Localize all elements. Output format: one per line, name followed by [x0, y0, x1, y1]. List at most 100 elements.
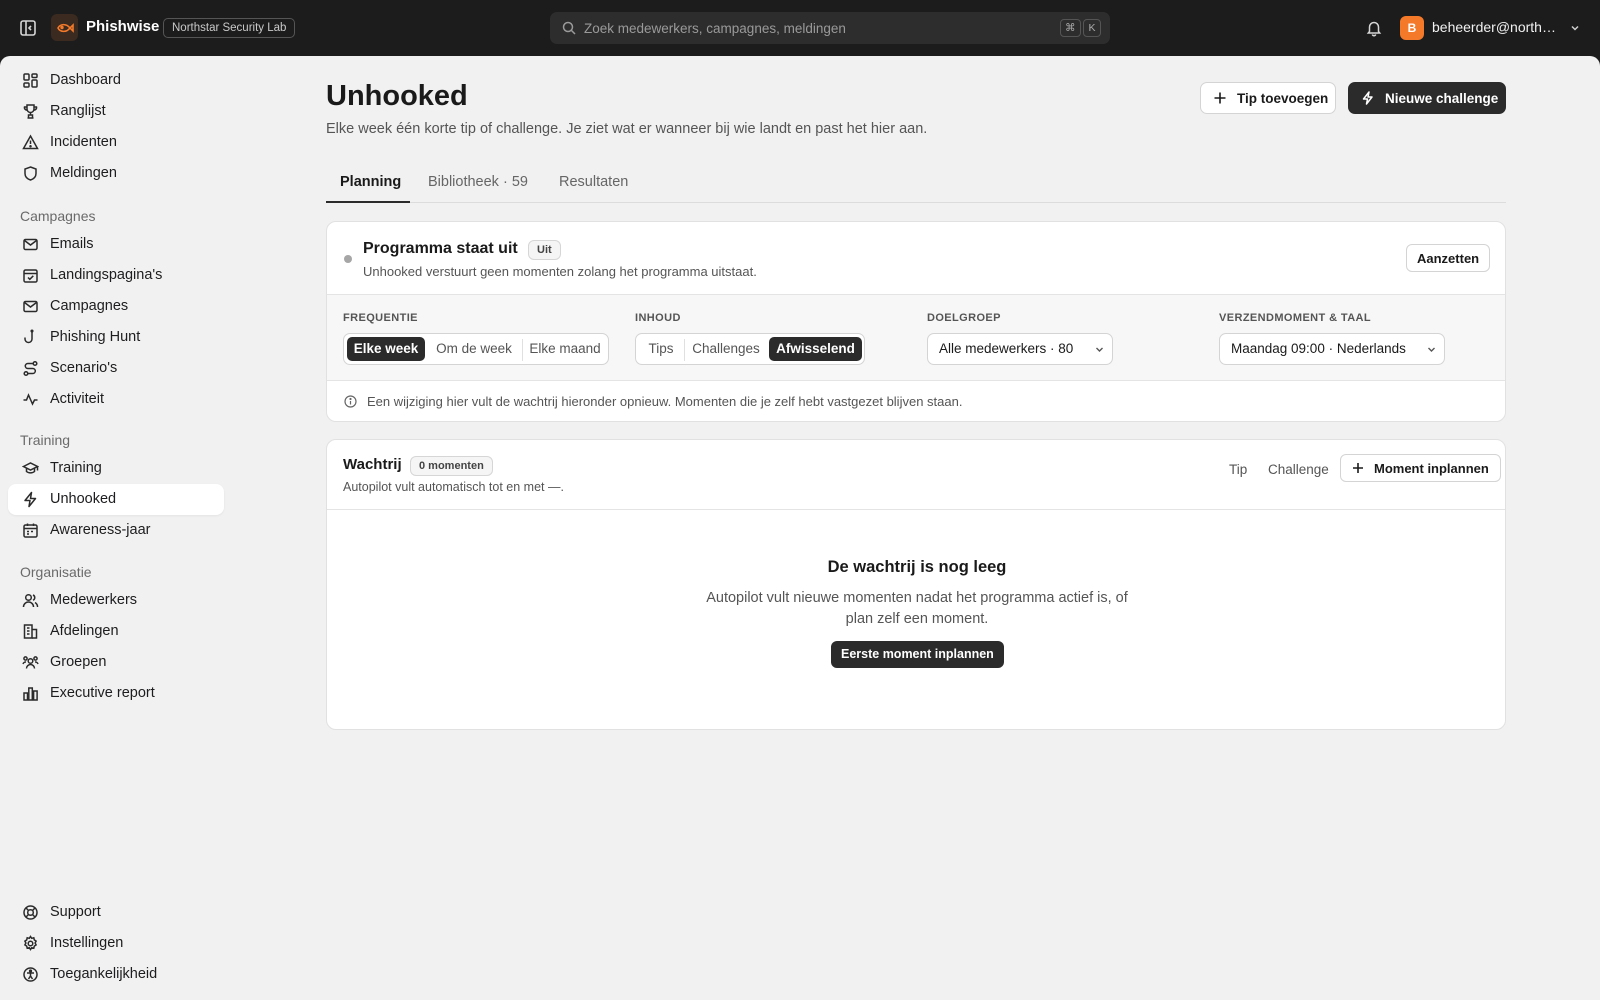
- program-card: Programma staat uit Uit Unhooked verstuu…: [326, 221, 1506, 422]
- sidebar-item-label: Landingspagina's: [50, 267, 163, 283]
- mail-icon: [22, 236, 39, 253]
- sidebar-item-activiteit[interactable]: Activiteit: [8, 384, 224, 415]
- new-challenge-button[interactable]: Nieuwe challenge: [1348, 82, 1506, 114]
- global-search[interactable]: ⌘ K: [550, 12, 1110, 44]
- sidebar-item-label: Scenario's: [50, 360, 118, 376]
- sidebar-item-label: Emails: [50, 236, 94, 252]
- sidebar-item-unhooked[interactable]: Unhooked: [8, 484, 224, 515]
- sidebar-item-incidenten[interactable]: Incidenten: [8, 127, 224, 158]
- sidebar-item-phishing-hunt[interactable]: Phishing Hunt: [8, 322, 224, 353]
- tab-resultaten[interactable]: Resultaten: [559, 174, 628, 190]
- sidebar-item-label: Executive report: [50, 685, 155, 701]
- frequency-option-biweekly[interactable]: Om de week: [427, 337, 521, 361]
- frequency-option-monthly[interactable]: Elke maand: [524, 337, 606, 361]
- sidebar-item-dashboard[interactable]: Dashboard: [8, 65, 224, 96]
- org-chip[interactable]: Northstar Security Lab: [163, 18, 296, 38]
- frequency-label: FREQUENTIE: [343, 312, 418, 324]
- avatar[interactable]: B: [1400, 16, 1424, 40]
- filter-tip-button[interactable]: Tip: [1229, 462, 1247, 477]
- user-group-icon: [22, 654, 39, 671]
- lifebuoy-icon: [22, 904, 39, 921]
- route-icon: [22, 360, 39, 377]
- first-moment-button[interactable]: Eerste moment inplannen: [831, 641, 1004, 668]
- info-icon: [344, 395, 357, 408]
- plus-icon: [1213, 91, 1227, 105]
- sidebar-item-emails[interactable]: Emails: [8, 229, 224, 260]
- segment-divider: [684, 339, 685, 361]
- frequency-segmented: Elke week Om de week Elke maand: [343, 333, 609, 365]
- sidebar-item-label: Support: [50, 904, 101, 920]
- fish-hook-icon: [22, 329, 39, 346]
- queue-title: Wachtrij: [343, 456, 402, 473]
- sidebar-item-label: Unhooked: [50, 491, 117, 507]
- calendar-icon: [22, 522, 39, 539]
- section-label-campagnes: Campagnes: [20, 208, 96, 224]
- bell-icon[interactable]: [1365, 19, 1383, 37]
- plan-moment-label: Moment inplannen: [1374, 460, 1489, 476]
- content-option-tips[interactable]: Tips: [639, 337, 683, 361]
- sidebar-toggle-icon[interactable]: [18, 18, 38, 38]
- sidebar-item-afdelingen[interactable]: Afdelingen: [8, 616, 224, 647]
- brand-name[interactable]: Phishwise: [86, 18, 159, 35]
- user-email[interactable]: beheerder@northst...: [1432, 19, 1560, 35]
- tab-bar: Planning Bibliotheek · 59 Resultaten: [326, 168, 1506, 203]
- sidebar-item-ranglijst[interactable]: Ranglijst: [8, 96, 224, 127]
- schedule-label: VERZENDMOMENT & TAAL: [1219, 312, 1372, 324]
- sidebar-item-executive-report[interactable]: Executive report: [8, 678, 224, 709]
- filter-challenge-button[interactable]: Challenge: [1268, 462, 1329, 477]
- queue-count-badge: 0 momenten: [410, 456, 493, 476]
- top-bar: Phishwise Northstar Security Lab ⌘ K B b…: [0, 0, 1600, 56]
- empty-state-text: Autopilot vult nieuwe momenten nadat het…: [706, 590, 1128, 627]
- alert-triangle-icon: [22, 134, 39, 151]
- sidebar-item-label: Incidenten: [50, 134, 117, 150]
- add-tip-button[interactable]: Tip toevoegen: [1200, 82, 1336, 114]
- sidebar-item-toegankelijkheid[interactable]: Toegankelijkheid: [8, 959, 224, 990]
- grid-icon: [22, 72, 39, 89]
- sidebar-item-scenarios[interactable]: Scenario's: [8, 353, 224, 384]
- sidebar-item-medewerkers[interactable]: Medewerkers: [8, 585, 224, 616]
- chevron-down-icon: [1094, 344, 1105, 355]
- accessibility-icon: [22, 966, 39, 983]
- building-icon: [22, 623, 39, 640]
- settings-note: Een wijziging hier vult de wachtrij hier…: [367, 394, 963, 409]
- sidebar-item-campagnes[interactable]: Campagnes: [8, 291, 224, 322]
- turn-on-button[interactable]: Aanzetten: [1406, 244, 1491, 272]
- graduation-cap-icon: [22, 460, 39, 477]
- sidebar-item-label: Ranglijst: [50, 103, 106, 119]
- sidebar-item-label: Toegankelijkheid: [50, 966, 158, 982]
- section-label-organisatie: Organisatie: [20, 564, 92, 580]
- sidebar-item-meldingen[interactable]: Meldingen: [8, 158, 224, 189]
- tab-planning[interactable]: Planning: [340, 174, 401, 190]
- empty-state-title: De wachtrij is nog leeg: [827, 558, 1007, 576]
- program-settings: FREQUENTIE Elke week Om de week Elke maa…: [327, 294, 1505, 381]
- page-subtitle: Elke week één korte tip of challenge. Je…: [326, 121, 928, 137]
- sidebar-item-support[interactable]: Support: [8, 897, 224, 928]
- sidebar-item-instellingen[interactable]: Instellingen: [8, 928, 224, 959]
- sidebar-item-training[interactable]: Training: [8, 453, 224, 484]
- sidebar-item-awareness-jaar[interactable]: Awareness-jaar: [8, 515, 224, 546]
- sidebar-item-landingspaginas[interactable]: Landingspagina's: [8, 260, 224, 291]
- fish-logo-icon: [51, 14, 78, 41]
- chevron-down-icon[interactable]: [1569, 22, 1581, 34]
- search-input[interactable]: [584, 12, 1004, 44]
- plan-moment-button[interactable]: Moment inplannen: [1340, 454, 1501, 482]
- status-badge: Uit: [528, 240, 561, 260]
- tab-bibliotheek[interactable]: Bibliotheek · 59: [428, 174, 528, 190]
- audience-select[interactable]: Alle medewerkers · 80: [927, 333, 1113, 365]
- activity-icon: [22, 391, 39, 408]
- audience-value: Alle medewerkers · 80: [939, 341, 1074, 356]
- sidebar-item-label: Activiteit: [50, 391, 104, 407]
- program-title: Programma staat uit: [363, 240, 518, 257]
- users-icon: [22, 592, 39, 609]
- shield-icon: [22, 165, 39, 182]
- kbd-command: ⌘: [1060, 19, 1081, 37]
- schedule-select[interactable]: Maandag 09:00 · Nederlands: [1219, 333, 1445, 365]
- queue-subtitle: Autopilot vult automatisch tot en met —.: [343, 480, 564, 494]
- content-option-challenges[interactable]: Challenges: [686, 337, 766, 361]
- segment-divider: [522, 339, 523, 361]
- content-option-mixed[interactable]: Afwisselend: [769, 337, 862, 361]
- sidebar-item-groepen[interactable]: Groepen: [8, 647, 224, 678]
- frequency-option-weekly[interactable]: Elke week: [347, 337, 425, 361]
- bar-chart-icon: [22, 685, 39, 702]
- sidebar-item-label: Phishing Hunt: [50, 329, 141, 345]
